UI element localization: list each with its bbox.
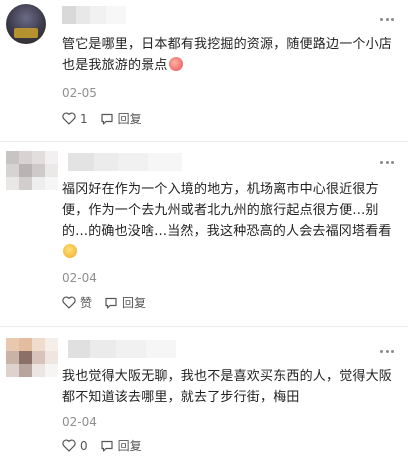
comment-date: 02-05 xyxy=(62,86,97,100)
comment-date: 02-04 xyxy=(62,415,97,429)
avatar[interactable] xyxy=(6,151,58,191)
more-icon[interactable] xyxy=(380,348,394,354)
more-icon[interactable] xyxy=(380,16,394,22)
reply-label: 回复 xyxy=(117,112,142,126)
like-count: 1 xyxy=(80,111,88,126)
like-button[interactable]: 赞 xyxy=(62,294,92,311)
comment-text: 福冈好在作为一个入境的地方，机场离市中心很近很方便，作为一个去九州或者北九州的旅… xyxy=(62,179,400,263)
username[interactable] xyxy=(68,340,176,358)
like-count: 0 xyxy=(80,438,88,453)
like-label: 赞 xyxy=(80,296,93,310)
comment-date: 02-04 xyxy=(62,271,97,285)
reply-label: 回复 xyxy=(122,296,147,310)
comment-actions: 1 回复 xyxy=(62,110,142,127)
like-button[interactable]: 1 xyxy=(62,112,88,126)
like-button[interactable]: 0 xyxy=(62,439,88,453)
comment-text: 我也觉得大阪无聊，我也不是喜欢买东西的人，觉得大阪都不知道该去哪里，就去了步行街… xyxy=(62,369,393,405)
comment-item: 管它是哪里，日本都有我挖掘的资源，随便路边一个小店也是我旅游的景点 02-05 … xyxy=(0,0,408,133)
reply-icon xyxy=(105,297,117,309)
username[interactable] xyxy=(68,153,182,171)
peach-emoji xyxy=(168,57,183,71)
more-icon[interactable] xyxy=(380,159,394,165)
comment-text: 管它是哪里，日本都有我挖掘的资源，随便路边一个小店也是我旅游的景点 xyxy=(62,37,393,73)
comment-item: 福冈好在作为一个入境的地方，机场离市中心很近很方便，作为一个去九州或者北九州的旅… xyxy=(0,141,408,321)
reply-button[interactable]: 回复 xyxy=(100,110,142,127)
avatar[interactable] xyxy=(6,338,58,378)
username[interactable] xyxy=(62,6,126,24)
reply-button[interactable]: 回复 xyxy=(100,437,142,454)
avatar[interactable] xyxy=(6,4,46,44)
comment-actions: 赞 回复 xyxy=(62,294,146,311)
reply-icon xyxy=(101,440,113,452)
heart-icon xyxy=(62,439,76,452)
reply-icon xyxy=(101,113,113,125)
comment-item: 我也觉得大阪无聊，我也不是喜欢买东西的人，觉得大阪都不知道该去哪里，就去了步行街… xyxy=(0,326,408,462)
reply-label: 回复 xyxy=(117,439,142,453)
heart-icon xyxy=(62,112,76,125)
grinning-sweat-emoji xyxy=(63,244,77,258)
heart-icon xyxy=(62,296,76,309)
comment-actions: 0 回复 xyxy=(62,437,142,454)
reply-button[interactable]: 回复 xyxy=(104,294,146,311)
